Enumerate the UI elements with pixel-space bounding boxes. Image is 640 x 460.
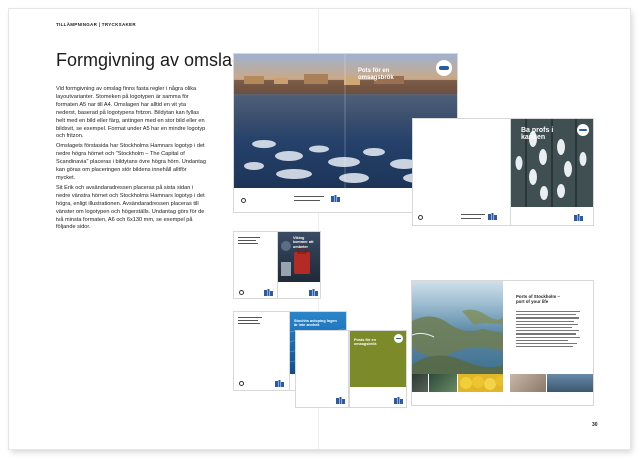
spread-copy-line (516, 336, 580, 338)
water-back-text-line-1 (238, 317, 262, 319)
small-cover-text-line-2 (238, 240, 256, 242)
spread-copy-line (516, 320, 574, 322)
spread-copy-line (516, 311, 580, 313)
water-back-logo-icon (275, 380, 284, 387)
olive-color-block: Posts för en omsagsbrök (350, 331, 406, 387)
strip-photo-3 (510, 374, 546, 392)
spread-copy-line (516, 339, 568, 341)
water-cover-title: Stochhs avloping Ingen är inte anvhek (294, 319, 337, 328)
boats-badge-icon (577, 124, 589, 136)
small-cover-text-line-1 (238, 237, 260, 239)
spread-body-copy (516, 311, 582, 349)
marina-boats-photo: Ba profs i kansen (511, 119, 593, 207)
large-cover-title: Pots för en omsagsbrök (358, 68, 394, 81)
boats-front-logo-icon (574, 214, 583, 221)
olive-cover-back (295, 330, 349, 408)
spread-heading: Ports of Stockholm – port of your life (516, 294, 560, 304)
spread-copy-line (516, 317, 579, 319)
small-cover-text-line-3 (238, 243, 258, 245)
large-cover-back-logo-icon (331, 195, 340, 202)
small-cover-mark-icon (239, 290, 244, 295)
large-cover-mark-icon (241, 198, 246, 203)
red-cover-title: Viking kommer att ombeter (293, 236, 314, 249)
paragraph-2: Omslagets förstasida har Stockholms Hamn… (56, 143, 207, 181)
large-cover-address (294, 196, 324, 198)
strip-photo-1 (412, 374, 428, 392)
photo-strip (412, 374, 593, 392)
water-back-text-line-2 (238, 320, 258, 322)
small-cover-back (233, 231, 279, 299)
strip-photo-4 (547, 374, 593, 392)
boats-cover-address (461, 214, 485, 216)
strip-photo-2 (429, 374, 457, 392)
water-back-mark-icon (239, 381, 244, 386)
archipelago-aerial-photo (412, 281, 503, 374)
spread-copy-line (516, 330, 579, 332)
olive-cover-title: Posts för en omsagsbrök (354, 338, 377, 347)
small-back-logo-icon (264, 289, 273, 296)
page-title: Formgivning av omslag (56, 50, 243, 70)
page-number: 30 (592, 422, 598, 428)
red-cover-logo-icon (309, 289, 318, 296)
large-cover-address-2 (294, 200, 320, 202)
boats-cover-back (412, 118, 512, 226)
boats-cover-title: Ba profs i kansen (521, 127, 554, 141)
red-photo-cover: Viking kommer att ombeter (277, 231, 321, 299)
water-cover-back (233, 311, 291, 391)
running-head: TILLÄMPNINGAR | TRYCKSAKER (56, 22, 136, 27)
spread-copy-line (516, 346, 573, 348)
spread-copy-line (516, 333, 576, 335)
paragraph-3: Sit Erik och avsändaradressen placeras p… (56, 184, 205, 231)
boats-cover-address-2 (461, 218, 481, 220)
olive-badge-icon (394, 334, 403, 343)
strip-photo-lemons (458, 374, 503, 392)
body-text: Vid formgivning av omslag finns fasta re… (56, 86, 206, 234)
spread-copy-line (516, 314, 576, 316)
boats-back-logo-icon (488, 213, 497, 220)
open-brochure-spread: Ports of Stockholm – port of your life (411, 280, 594, 406)
olive-cover-front: Posts för en omsagsbrök (349, 330, 407, 408)
spread-copy-line (516, 326, 572, 329)
red-suitcase-photo: Viking kommer att ombeter (278, 232, 320, 282)
boats-cover-mark-icon (418, 215, 423, 220)
large-cover-badge-icon (436, 60, 452, 76)
paragraph-1: Vid formgivning av omslag finns fasta re… (56, 86, 206, 140)
spread-copy-line (516, 323, 578, 325)
olive-back-logo-icon (336, 397, 345, 404)
olive-front-logo-icon (394, 397, 403, 404)
boats-cover-front: Ba profs i kansen (510, 118, 594, 226)
water-back-text-line-3 (238, 323, 260, 325)
spread-copy-line (516, 342, 577, 345)
